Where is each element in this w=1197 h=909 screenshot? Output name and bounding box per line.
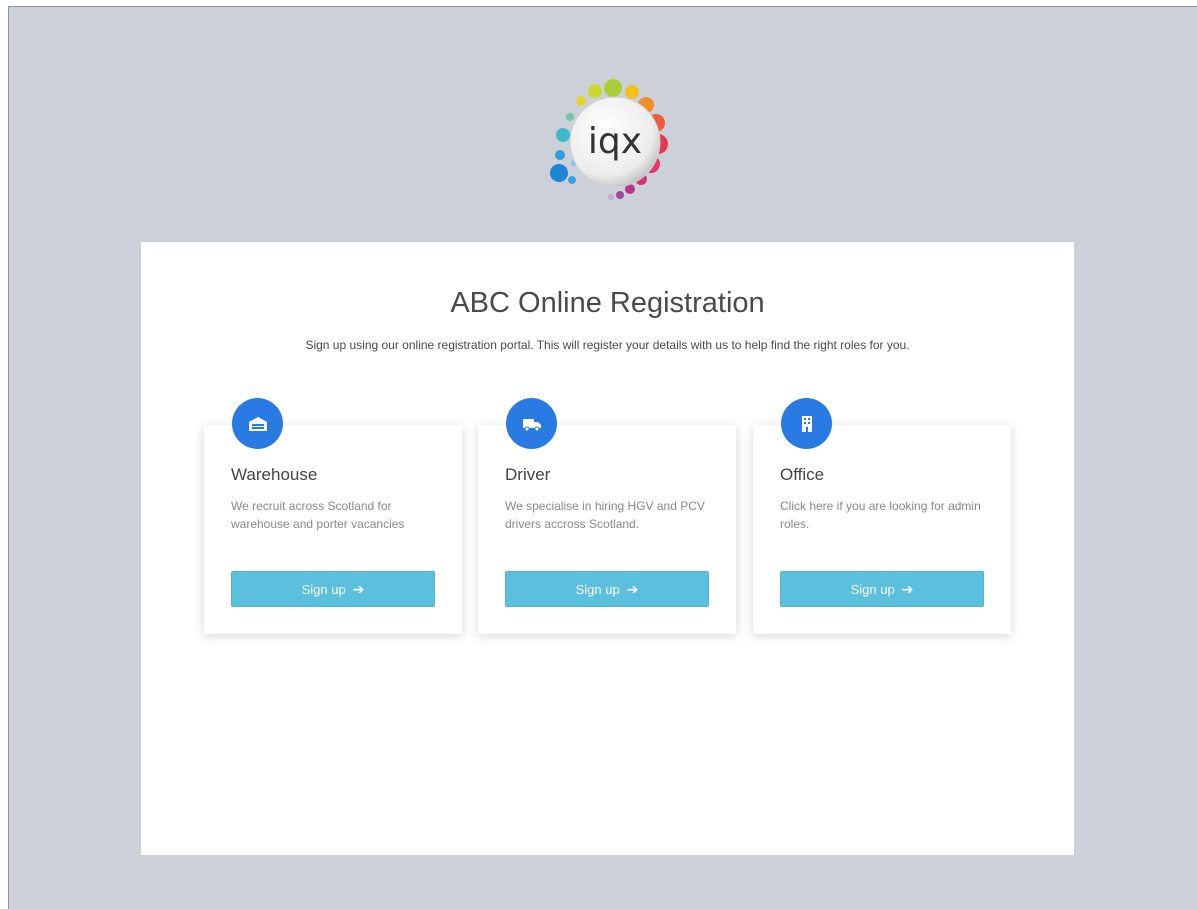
signup-label: Sign up xyxy=(850,581,895,597)
warehouse-signup-button[interactable]: Sign up ➔ xyxy=(231,571,435,607)
truck-icon xyxy=(522,418,541,431)
warehouse-badge xyxy=(232,398,283,449)
office-signup-button[interactable]: Sign up ➔ xyxy=(780,571,984,607)
browser-viewport: iqx ABC Online Registration Sign up usin… xyxy=(0,0,1197,909)
page-background: iqx ABC Online Registration Sign up usin… xyxy=(8,6,1197,909)
logo-graphic: iqx xyxy=(550,79,668,200)
signup-label: Sign up xyxy=(301,581,346,597)
warehouse-title: Warehouse xyxy=(231,465,318,484)
office-description: Click here if you are looking for admin … xyxy=(780,499,981,531)
driver-title: Driver xyxy=(505,465,551,484)
iqx-logo[interactable]: iqx xyxy=(537,77,687,217)
warehouse-card: Warehouse We recruit across Scotland for… xyxy=(204,398,462,634)
arrow-right-icon: ➔ xyxy=(901,581,914,597)
logo-text: iqx xyxy=(588,121,642,162)
driver-card: Driver We specialise in hiring HGV and P… xyxy=(478,398,736,634)
arrow-right-icon: ➔ xyxy=(626,581,639,597)
arrow-right-icon: ➔ xyxy=(352,581,365,597)
driver-description: We specialise in hiring HGV and PCV driv… xyxy=(505,499,705,531)
driver-badge xyxy=(506,398,557,449)
signup-label: Sign up xyxy=(575,581,620,597)
registration-panel: ABC Online Registration Sign up using ou… xyxy=(141,242,1074,855)
page-subtitle: Sign up using our online registration po… xyxy=(305,338,910,352)
warehouse-description: We recruit across Scotland for warehouse… xyxy=(231,499,405,531)
office-badge xyxy=(781,398,832,449)
office-card: Office Click here if you are looking for… xyxy=(753,398,1011,634)
driver-signup-button[interactable]: Sign up ➔ xyxy=(505,571,709,607)
warehouse-icon xyxy=(248,416,267,431)
page-title: ABC Online Registration xyxy=(450,287,765,319)
office-title: Office xyxy=(780,465,825,484)
office-building-icon xyxy=(801,415,812,432)
